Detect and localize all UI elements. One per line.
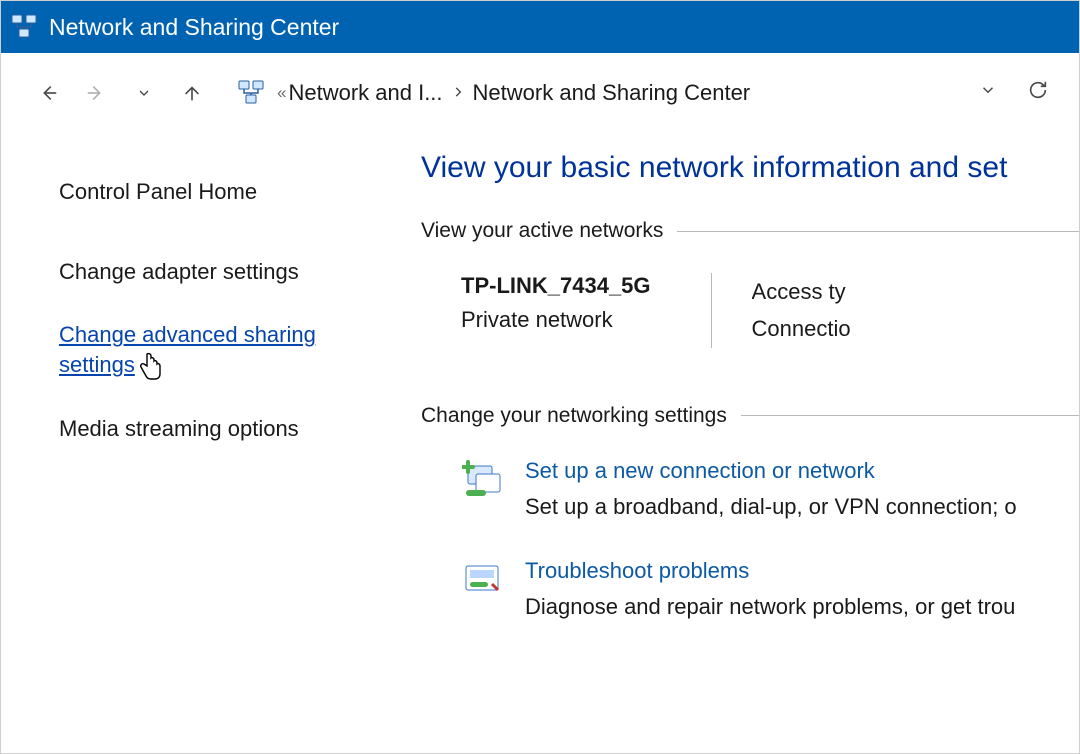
content-area: Control Panel Home Change adapter settin… bbox=[1, 133, 1079, 753]
network-type: Private network bbox=[461, 307, 651, 333]
address-bar[interactable]: « Network and I... Network and Sharing C… bbox=[237, 69, 1057, 117]
sidebar-item-advanced-sharing[interactable]: Change advanced sharing settings bbox=[59, 320, 391, 379]
network-center-icon bbox=[11, 14, 37, 40]
main-panel: View your basic network information and … bbox=[421, 133, 1079, 753]
sidebar-item-adapter-settings[interactable]: Change adapter settings bbox=[59, 257, 391, 287]
access-type-label: Access ty bbox=[752, 273, 851, 310]
title-bar: Network and Sharing Center bbox=[1, 1, 1079, 53]
control-panel-home-link[interactable]: Control Panel Home bbox=[59, 177, 391, 207]
breadcrumb-separator: « bbox=[277, 83, 286, 103]
cursor-icon bbox=[139, 352, 165, 390]
breadcrumb-parent[interactable]: Network and I... bbox=[288, 80, 442, 106]
setup-connection-desc: Set up a broadband, dial-up, or VPN conn… bbox=[525, 494, 1017, 520]
chevron-right-icon[interactable] bbox=[451, 82, 465, 105]
new-connection-icon bbox=[461, 458, 507, 520]
troubleshoot-item: Troubleshoot problems Diagnose and repai… bbox=[421, 558, 1079, 620]
breadcrumb-current[interactable]: Network and Sharing Center bbox=[473, 80, 751, 106]
network-center-icon bbox=[237, 80, 265, 106]
network-name: TP-LINK_7434_5G bbox=[461, 273, 651, 299]
divider bbox=[711, 273, 712, 348]
up-button[interactable] bbox=[173, 74, 211, 112]
setup-connection-link[interactable]: Set up a new connection or network bbox=[525, 458, 1017, 484]
forward-button[interactable] bbox=[77, 74, 115, 112]
page-title: View your basic network information and … bbox=[421, 151, 1079, 185]
window-title: Network and Sharing Center bbox=[49, 14, 339, 41]
change-settings-heading: Change your networking settings bbox=[421, 404, 1079, 428]
sidebar-item-media-streaming[interactable]: Media streaming options bbox=[59, 414, 391, 444]
setup-connection-item: Set up a new connection or network Set u… bbox=[421, 458, 1079, 520]
connection-label: Connectio bbox=[752, 310, 851, 347]
refresh-button[interactable] bbox=[1027, 79, 1049, 107]
troubleshoot-link[interactable]: Troubleshoot problems bbox=[525, 558, 1015, 584]
divider bbox=[741, 415, 1079, 416]
active-networks-heading: View your active networks bbox=[421, 219, 1079, 243]
active-network-row: TP-LINK_7434_5G Private network Access t… bbox=[421, 273, 1079, 348]
troubleshoot-desc: Diagnose and repair network problems, or… bbox=[525, 594, 1015, 620]
sidebar-item-label: Change advanced sharing settings bbox=[59, 322, 316, 377]
back-button[interactable] bbox=[29, 74, 67, 112]
troubleshoot-icon bbox=[461, 558, 507, 620]
sidebar: Control Panel Home Change adapter settin… bbox=[1, 133, 421, 753]
divider bbox=[677, 231, 1079, 232]
address-dropdown-button[interactable] bbox=[979, 81, 997, 105]
recent-locations-button[interactable] bbox=[125, 74, 163, 112]
nav-row: « Network and I... Network and Sharing C… bbox=[1, 53, 1079, 133]
